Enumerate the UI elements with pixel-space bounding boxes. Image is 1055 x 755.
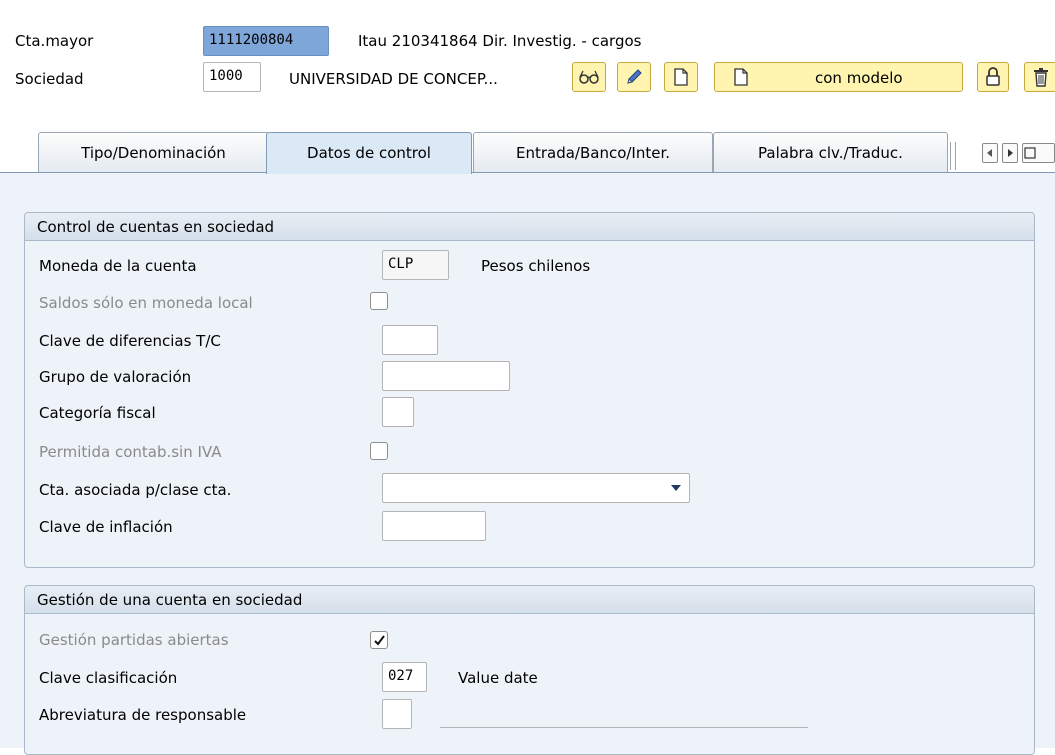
categoria-fiscal-label: Categoría fiscal (39, 404, 156, 422)
edit-button[interactable] (617, 62, 651, 92)
abreviatura-label: Abreviatura de responsable (39, 706, 247, 724)
control-accounts-group-title: Control de cuentas en sociedad (25, 213, 1034, 241)
sociedad-description: UNIVERSIDAD DE CONCEP... (289, 70, 498, 88)
moneda-description: Pesos chilenos (481, 257, 591, 275)
cta-asociada-label: Cta. asociada p/clase cta. (39, 481, 232, 499)
with-template-label: con modelo (815, 69, 903, 87)
tab-entrada-banco-inter[interactable]: Entrada/Banco/Inter. (473, 132, 713, 173)
tab-prev-button[interactable] (982, 143, 998, 163)
abreviatura-field[interactable] (382, 699, 412, 729)
sociedad-label: Sociedad (15, 70, 84, 88)
delete-button[interactable] (1024, 62, 1055, 92)
tab-next-button[interactable] (1002, 143, 1018, 163)
grupo-valoracion-field[interactable] (382, 361, 510, 391)
saldos-label: Saldos sólo en moneda local (39, 294, 253, 312)
trash-icon (1034, 68, 1048, 87)
cta-asociada-dropdown[interactable] (382, 473, 690, 503)
categoria-fiscal-field[interactable] (382, 397, 414, 427)
saldos-checkbox[interactable] (370, 292, 388, 310)
lock-button[interactable] (977, 62, 1009, 92)
clave-clasificacion-field[interactable]: 027 (382, 662, 427, 692)
dropdown-arrow-icon (671, 485, 681, 491)
grupo-valoracion-label: Grupo de valoración (39, 368, 192, 386)
with-template-button[interactable]: con modelo (714, 62, 963, 92)
clave-clasificacion-label: Clave clasificación (39, 669, 178, 687)
pencil-icon (627, 69, 642, 84)
lock-icon (986, 67, 1000, 86)
cta-mayor-label: Cta.mayor (15, 32, 94, 50)
blank-document-icon (674, 68, 688, 86)
cta-mayor-field[interactable]: 1111200804 (203, 26, 329, 56)
triangle-left-icon (987, 149, 992, 157)
moneda-field[interactable]: CLP (382, 250, 449, 280)
tab-overflow-edge (950, 142, 956, 170)
cta-mayor-description: Itau 210341864 Dir. Investig. - cargos (358, 32, 642, 50)
glasses-icon (579, 70, 599, 84)
triangle-right-icon (1008, 149, 1013, 157)
gestion-partidas-label: Gestión partidas abiertas (39, 631, 229, 649)
clave-inflacion-field[interactable] (382, 511, 486, 541)
tabstrip: Tipo/Denominación Datos de control Entra… (0, 130, 1055, 174)
permitida-label: Permitida contab.sin IVA (39, 443, 222, 461)
clave-diferencias-label: Clave de diferencias T/C (39, 332, 221, 350)
gestion-partidas-checkbox[interactable] (370, 631, 388, 649)
responsable-name-line (440, 727, 808, 728)
tab-list-button[interactable] (1022, 143, 1055, 163)
checkmark-icon (374, 635, 385, 646)
display-button[interactable] (572, 62, 606, 92)
clave-diferencias-field[interactable] (382, 325, 438, 355)
tab-tipo-denominacion[interactable]: Tipo/Denominación (38, 132, 269, 173)
clave-inflacion-label: Clave de inflación (39, 518, 173, 536)
permitida-checkbox[interactable] (370, 442, 388, 460)
sociedad-field[interactable]: 1000 (203, 62, 261, 92)
account-management-group-title: Gestión de una cuenta en sociedad (25, 586, 1034, 614)
create-button[interactable] (664, 62, 698, 92)
moneda-label: Moneda de la cuenta (39, 257, 197, 275)
tab-palabra-clave-traduc[interactable]: Palabra clv./Traduc. (713, 132, 948, 173)
tab-datos-de-control[interactable]: Datos de control (266, 132, 472, 174)
blank-document-icon (734, 68, 748, 86)
tab-list-icon (1024, 147, 1036, 159)
clave-clasificacion-description: Value date (458, 669, 538, 687)
